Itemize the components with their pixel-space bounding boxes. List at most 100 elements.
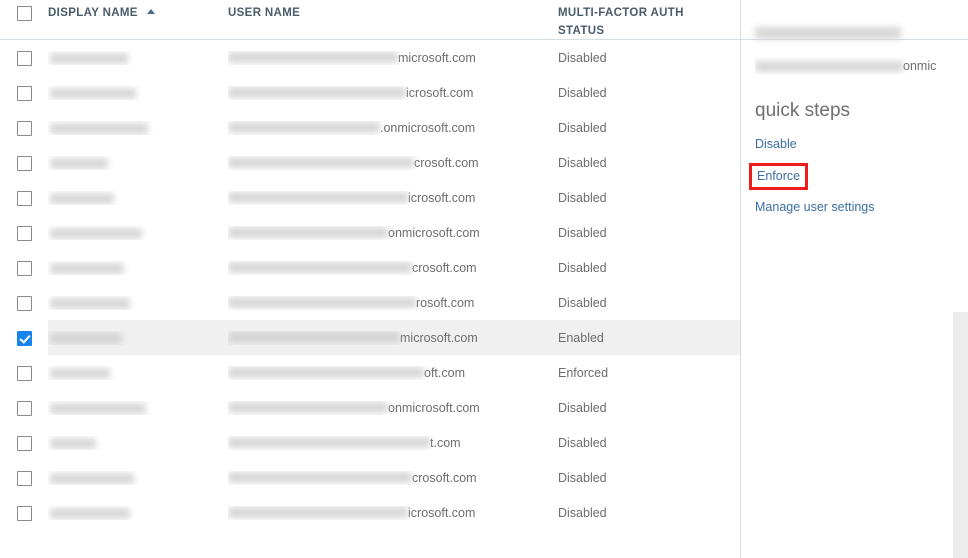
redacted-display-name xyxy=(50,52,128,64)
table-row-body: microsoft.com Disabled xyxy=(48,40,740,75)
table-row-body: icrosoft.com Disabled xyxy=(48,180,740,215)
table-row[interactable]: onmicrosoft.com Disabled xyxy=(0,215,740,250)
redacted-display-name xyxy=(50,507,130,519)
cell-user-name: microsoft.com xyxy=(228,331,558,345)
disable-link[interactable]: Disable xyxy=(755,136,797,152)
table-row[interactable]: icrosoft.com Disabled xyxy=(0,180,740,215)
row-select-checkbox[interactable] xyxy=(16,86,32,101)
row-select-checkbox[interactable] xyxy=(16,261,32,276)
select-all-checkbox[interactable] xyxy=(16,6,32,21)
row-select-checkbox[interactable] xyxy=(16,226,32,241)
row-select-checkbox[interactable] xyxy=(16,436,32,451)
cell-display-name xyxy=(48,51,228,65)
manage-user-settings-link[interactable]: Manage user settings xyxy=(755,199,875,215)
row-select-cell xyxy=(0,259,48,276)
detail-panel-divider xyxy=(741,39,968,40)
cell-display-name xyxy=(48,261,228,275)
users-table-pane: DISPLAY NAME USER NAME MULTI-FACTOR AUTH… xyxy=(0,0,740,558)
table-row[interactable]: crosoft.com Disabled xyxy=(0,460,740,495)
table-row[interactable]: rosoft.com Disabled xyxy=(0,285,740,320)
cell-mfa-status: Enabled xyxy=(558,330,604,345)
cell-user-name: icrosoft.com xyxy=(228,191,558,205)
cell-user-name: rosoft.com xyxy=(228,296,558,310)
table-row-body: rosoft.com Disabled xyxy=(48,285,740,320)
cell-mfa-status: Disabled xyxy=(558,505,607,520)
redacted-user-display-name xyxy=(755,26,901,39)
table-row[interactable]: icrosoft.com Disabled xyxy=(0,75,740,110)
table-row[interactable]: onmicrosoft.com Disabled xyxy=(0,390,740,425)
row-select-checkbox[interactable] xyxy=(16,51,32,66)
cell-mfa-status: Disabled xyxy=(558,155,607,170)
cell-mfa-status: Disabled xyxy=(558,260,607,275)
user-name-domain-suffix: onmicrosoft.com xyxy=(388,400,480,415)
caret-up-icon xyxy=(147,9,156,15)
redacted-user-name xyxy=(228,297,416,308)
redacted-user-email xyxy=(755,60,903,72)
row-select-cell xyxy=(0,469,48,486)
table-row[interactable]: microsoft.com Disabled xyxy=(0,40,740,75)
row-select-cell xyxy=(0,189,48,206)
enforce-link[interactable]: Enforce xyxy=(749,163,809,190)
cell-display-name xyxy=(48,506,228,520)
redacted-user-name xyxy=(228,192,408,203)
select-all-cell xyxy=(0,4,48,21)
redacted-user-name xyxy=(228,332,400,343)
redacted-user-name xyxy=(228,122,380,133)
vertical-scrollbar[interactable] xyxy=(953,312,968,558)
table-row[interactable]: microsoft.com Enabled xyxy=(0,320,740,355)
cell-user-name: t.com xyxy=(228,436,558,450)
row-select-checkbox[interactable] xyxy=(16,121,32,136)
cell-user-name: crosoft.com xyxy=(228,471,558,485)
table-row-body: crosoft.com Disabled xyxy=(48,460,740,495)
row-select-checkbox[interactable] xyxy=(16,296,32,311)
quick-steps-heading: quick steps xyxy=(755,100,851,121)
table-row-body: oft.com Enforced xyxy=(48,355,740,390)
cell-mfa-status: Disabled xyxy=(558,85,607,100)
table-row[interactable]: oft.com Enforced xyxy=(0,355,740,390)
column-header-mfa-status[interactable]: MULTI-FACTOR AUTH STATUS xyxy=(558,4,740,40)
table-row[interactable]: t.com Disabled xyxy=(0,425,740,460)
table-row[interactable]: crosoft.com Disabled xyxy=(0,250,740,285)
cell-user-name: crosoft.com xyxy=(228,156,558,170)
row-select-cell xyxy=(0,504,48,521)
user-name-domain-suffix: icrosoft.com xyxy=(406,85,474,100)
user-name-domain-suffix: microsoft.com xyxy=(398,50,476,65)
cell-mfa-status: Disabled xyxy=(558,470,607,485)
row-select-checkbox[interactable] xyxy=(16,366,32,381)
row-select-checkbox[interactable] xyxy=(16,191,32,206)
column-header-display-name[interactable]: DISPLAY NAME xyxy=(48,4,228,22)
cell-display-name xyxy=(48,121,228,135)
cell-display-name xyxy=(48,191,228,205)
row-select-checkbox[interactable] xyxy=(16,401,32,416)
redacted-user-name xyxy=(228,472,412,483)
row-select-checkbox[interactable] xyxy=(16,331,32,346)
column-header-user-name[interactable]: USER NAME xyxy=(228,4,558,22)
row-select-checkbox[interactable] xyxy=(16,156,32,171)
redacted-display-name xyxy=(50,122,148,134)
redacted-display-name xyxy=(50,297,130,309)
table-row[interactable]: icrosoft.com Disabled xyxy=(0,495,740,530)
table-row[interactable]: .onmicrosoft.com Disabled xyxy=(0,110,740,145)
cell-display-name xyxy=(48,436,228,450)
redacted-display-name xyxy=(50,262,124,274)
row-select-checkbox[interactable] xyxy=(16,471,32,486)
column-header-mfa-status-line1: MULTI-FACTOR AUTH xyxy=(558,6,684,19)
quick-steps-list: Disable Enforce Manage user settings xyxy=(749,136,968,215)
detail-user-email: onmic xyxy=(755,58,968,74)
cell-mfa-status: Disabled xyxy=(558,120,607,135)
user-detail-panel: onmic quick steps Disable Enforce Manage u… xyxy=(740,0,968,558)
row-select-cell xyxy=(0,154,48,171)
row-select-cell xyxy=(0,84,48,101)
user-name-domain-suffix: t.com xyxy=(430,435,461,450)
row-select-cell xyxy=(0,224,48,241)
table-row-body: icrosoft.com Disabled xyxy=(48,75,740,110)
row-select-checkbox[interactable] xyxy=(16,506,32,521)
redacted-display-name xyxy=(50,332,122,344)
cell-user-name: oft.com xyxy=(228,366,558,380)
user-name-domain-suffix: rosoft.com xyxy=(416,295,475,310)
cell-display-name xyxy=(48,296,228,310)
mfa-user-management-screen: DISPLAY NAME USER NAME MULTI-FACTOR AUTH… xyxy=(0,0,968,558)
column-header-mfa-status-line2: STATUS xyxy=(558,24,605,37)
table-row[interactable]: crosoft.com Disabled xyxy=(0,145,740,180)
cell-display-name xyxy=(48,401,228,415)
